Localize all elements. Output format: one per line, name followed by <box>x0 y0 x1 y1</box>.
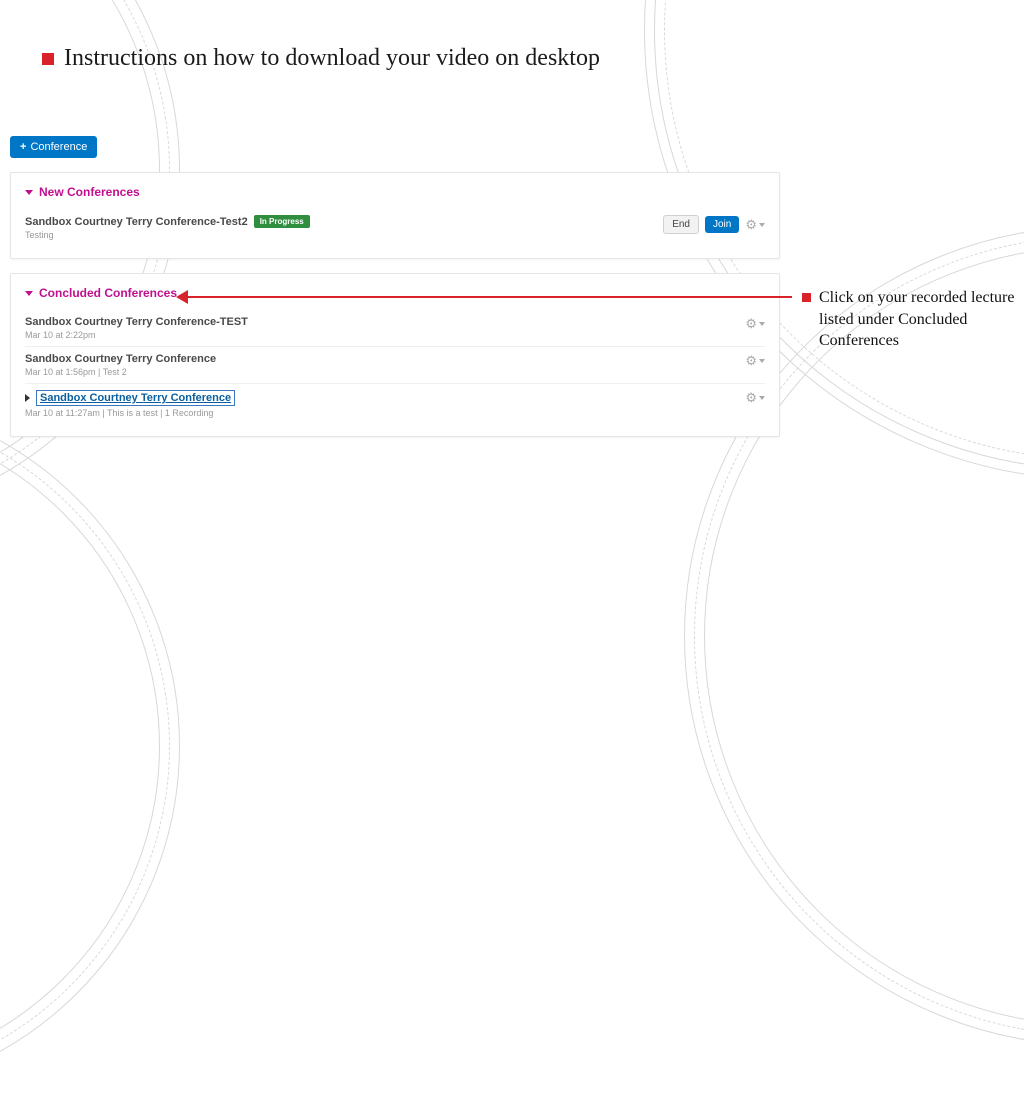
annotation-text: Click on your recorded lecture listed un… <box>819 287 1017 352</box>
decorative-arc <box>0 406 170 1086</box>
conference-title-line: Sandbox Courtney Terry Conference-Test2 … <box>25 215 310 228</box>
concluded-conferences-header[interactable]: Concluded Conferences <box>25 286 765 300</box>
conference-actions: End Join ⚙ <box>663 215 765 234</box>
new-conferences-header-label: New Conferences <box>39 185 140 199</box>
plus-icon: + <box>20 141 26 153</box>
bullet-icon <box>42 53 54 65</box>
conference-title-link[interactable]: Sandbox Courtney Terry Conference <box>36 390 235 406</box>
caret-right-icon <box>25 394 30 402</box>
add-conference-label: Conference <box>30 141 87 153</box>
caret-down-icon <box>25 190 33 195</box>
conference-row[interactable]: Sandbox Courtney Terry Conference Mar 10… <box>25 347 765 384</box>
caret-down-icon <box>759 223 765 227</box>
conference-info: Sandbox Courtney Terry Conference-TEST M… <box>25 316 248 340</box>
slide-title: Instructions on how to download your vid… <box>64 45 600 72</box>
conference-info: Sandbox Courtney Terry Conference-Test2 … <box>25 215 310 240</box>
conference-meta: Testing <box>25 230 310 240</box>
settings-menu[interactable]: ⚙ <box>745 353 765 369</box>
caret-down-icon <box>759 396 765 400</box>
gear-icon: ⚙ <box>745 390 757 406</box>
conferences-app: + Conference New Conferences Sandbox Cou… <box>10 136 780 437</box>
conference-meta: Mar 10 at 2:22pm <box>25 330 248 340</box>
conference-actions: ⚙ <box>745 390 765 406</box>
caret-down-icon <box>25 291 33 296</box>
conference-meta: Mar 10 at 11:27am | This is a test | 1 R… <box>25 408 235 418</box>
gear-icon: ⚙ <box>745 316 757 332</box>
gear-icon: ⚙ <box>745 353 757 369</box>
join-button[interactable]: Join <box>705 216 739 233</box>
conference-title: Sandbox Courtney Terry Conference-Test2 <box>25 216 248 228</box>
conference-row[interactable]: Sandbox Courtney Terry Conference Mar 10… <box>25 384 765 424</box>
annotation-callout: Click on your recorded lecture listed un… <box>802 287 1017 352</box>
bullet-icon <box>802 293 811 302</box>
concluded-conferences-header-label: Concluded Conferences <box>39 286 177 300</box>
settings-menu[interactable]: ⚙ <box>745 316 765 332</box>
conference-row[interactable]: Sandbox Courtney Terry Conference-TEST M… <box>25 310 765 347</box>
add-conference-button[interactable]: + Conference <box>10 136 97 158</box>
new-conferences-section: New Conferences Sandbox Courtney Terry C… <box>10 172 780 259</box>
end-button[interactable]: End <box>663 215 699 234</box>
new-conferences-header[interactable]: New Conferences <box>25 185 765 199</box>
conference-actions: ⚙ <box>745 316 765 332</box>
status-badge: In Progress <box>254 215 310 228</box>
gear-icon: ⚙ <box>745 217 757 233</box>
conference-meta: Mar 10 at 1:56pm | Test 2 <box>25 367 216 377</box>
conference-row: Sandbox Courtney Terry Conference-Test2 … <box>25 209 765 246</box>
caret-down-icon <box>759 322 765 326</box>
conference-title-line: Sandbox Courtney Terry Conference <box>25 390 235 406</box>
conference-info: Sandbox Courtney Terry Conference Mar 10… <box>25 353 216 377</box>
decorative-arc <box>0 396 180 1096</box>
slide-title-row: Instructions on how to download your vid… <box>42 45 600 72</box>
decorative-arc <box>0 416 160 1076</box>
concluded-conferences-section: Concluded Conferences Sandbox Courtney T… <box>10 273 780 437</box>
caret-down-icon <box>759 359 765 363</box>
settings-menu[interactable]: ⚙ <box>745 390 765 406</box>
conference-title: Sandbox Courtney Terry Conference-TEST <box>25 316 248 328</box>
settings-menu[interactable]: ⚙ <box>745 217 765 233</box>
conference-title: Sandbox Courtney Terry Conference <box>25 353 216 365</box>
conference-actions: ⚙ <box>745 353 765 369</box>
conference-info: Sandbox Courtney Terry Conference Mar 10… <box>25 390 235 418</box>
